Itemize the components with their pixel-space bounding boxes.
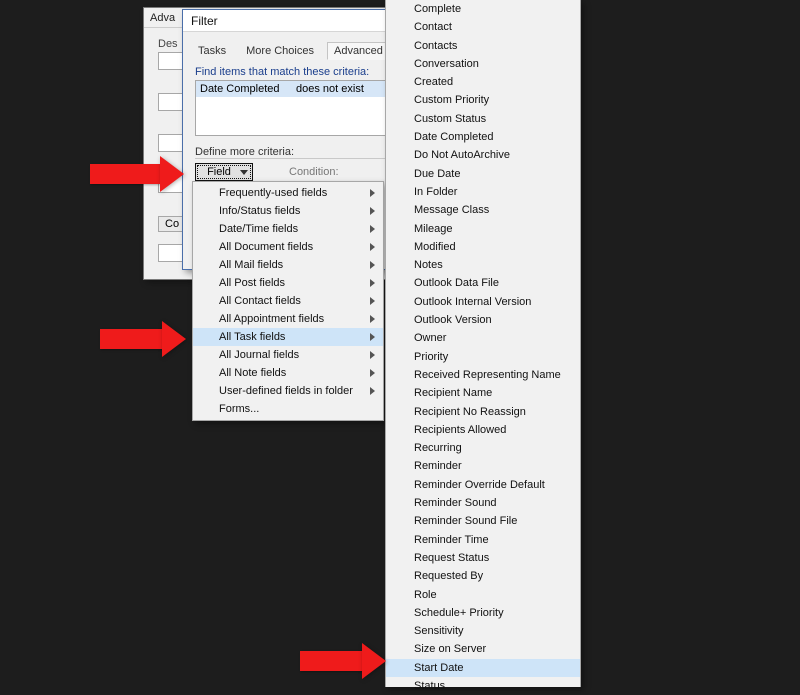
- task-field-item[interactable]: Schedule+ Priority: [386, 604, 580, 622]
- task-field-item[interactable]: Owner: [386, 329, 580, 347]
- task-field-item[interactable]: Created: [386, 73, 580, 91]
- task-field-item[interactable]: Priority: [386, 348, 580, 366]
- tab-advanced[interactable]: Advanced: [327, 42, 390, 60]
- task-field-item[interactable]: Recurring: [386, 439, 580, 457]
- field-menu-item[interactable]: All Appointment fields: [193, 310, 383, 328]
- arrow-head-icon: [162, 321, 186, 357]
- field-menu-item[interactable]: All Task fields: [193, 328, 383, 346]
- annotation-arrow-all-task-fields: [100, 321, 186, 357]
- task-field-item[interactable]: In Folder: [386, 183, 580, 201]
- task-field-item[interactable]: Message Class: [386, 201, 580, 219]
- field-menu-item[interactable]: All Mail fields: [193, 256, 383, 274]
- task-field-item[interactable]: Request Status: [386, 549, 580, 567]
- task-field-item[interactable]: Requested By: [386, 567, 580, 585]
- field-menu-item[interactable]: Forms...: [193, 400, 383, 418]
- field-dropdown-button[interactable]: Field: [195, 163, 253, 181]
- task-field-item[interactable]: Status: [386, 677, 580, 695]
- annotation-arrow-field-button: [90, 156, 184, 192]
- field-menu-item[interactable]: All Document fields: [193, 238, 383, 256]
- task-field-item[interactable]: Size on Server: [386, 640, 580, 658]
- task-field-item[interactable]: Conversation: [386, 55, 580, 73]
- task-field-item[interactable]: Modified: [386, 238, 580, 256]
- task-field-item[interactable]: Custom Priority: [386, 91, 580, 109]
- task-field-item[interactable]: Do Not AutoArchive: [386, 146, 580, 164]
- field-menu-item[interactable]: Info/Status fields: [193, 202, 383, 220]
- task-field-item[interactable]: Contact: [386, 18, 580, 36]
- field-menu-item[interactable]: Frequently-used fields: [193, 184, 383, 202]
- field-menu-item[interactable]: All Post fields: [193, 274, 383, 292]
- task-field-item[interactable]: Outlook Data File: [386, 274, 580, 292]
- task-field-item[interactable]: Due Date: [386, 165, 580, 183]
- task-field-item[interactable]: Reminder Time: [386, 531, 580, 549]
- condition-label: Condition:: [289, 166, 339, 178]
- task-field-item[interactable]: Date Completed: [386, 128, 580, 146]
- task-field-item[interactable]: Sensitivity: [386, 622, 580, 640]
- task-field-item[interactable]: Recipient Name: [386, 384, 580, 402]
- task-field-item[interactable]: Mileage: [386, 220, 580, 238]
- tab-more-choices[interactable]: More Choices: [239, 42, 321, 60]
- task-field-item[interactable]: Contacts: [386, 37, 580, 55]
- task-field-item[interactable]: Reminder Override Default: [386, 476, 580, 494]
- arrow-shaft: [90, 164, 160, 184]
- field-menu-item[interactable]: Date/Time fields: [193, 220, 383, 238]
- task-field-item[interactable]: Reminder Sound: [386, 494, 580, 512]
- criteria-condition: does not exist: [292, 81, 364, 97]
- arrow-shaft: [300, 651, 362, 671]
- task-fields-submenu: CompleteContactContactsConversationCreat…: [385, 0, 581, 687]
- task-field-item[interactable]: Received Representing Name: [386, 366, 580, 384]
- task-field-item[interactable]: Reminder: [386, 457, 580, 475]
- annotation-arrow-start-date: [300, 643, 386, 679]
- task-field-item[interactable]: Reminder Sound File: [386, 512, 580, 530]
- tab-tasks[interactable]: Tasks: [191, 42, 233, 60]
- task-field-item[interactable]: Notes: [386, 256, 580, 274]
- arrow-head-icon: [160, 156, 184, 192]
- arrow-shaft: [100, 329, 162, 349]
- criteria-field: Date Completed: [196, 81, 292, 97]
- task-field-item[interactable]: Outlook Version: [386, 311, 580, 329]
- task-field-item[interactable]: Custom Status: [386, 110, 580, 128]
- task-field-item[interactable]: Outlook Internal Version: [386, 293, 580, 311]
- field-menu-item[interactable]: All Journal fields: [193, 346, 383, 364]
- field-menu-item[interactable]: All Note fields: [193, 364, 383, 382]
- task-field-item[interactable]: Recipients Allowed: [386, 421, 580, 439]
- field-menu-item[interactable]: All Contact fields: [193, 292, 383, 310]
- field-menu-item[interactable]: User-defined fields in folder: [193, 382, 383, 400]
- task-field-item[interactable]: Complete: [386, 0, 580, 18]
- field-menu: Frequently-used fieldsInfo/Status fields…: [192, 181, 384, 421]
- task-field-item[interactable]: Role: [386, 586, 580, 604]
- arrow-head-icon: [362, 643, 386, 679]
- task-field-item[interactable]: Recipient No Reassign: [386, 403, 580, 421]
- task-field-item[interactable]: Start Date: [386, 659, 580, 677]
